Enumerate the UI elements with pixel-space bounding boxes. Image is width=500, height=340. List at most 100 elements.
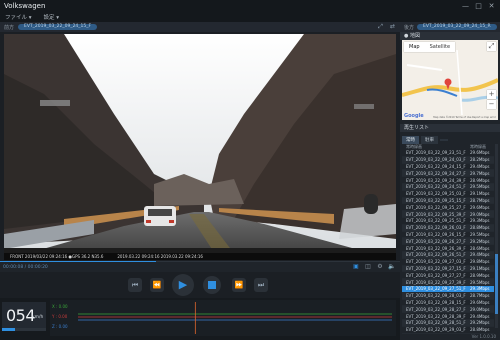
playlist-row[interactable]: EVT_2019_03_22_09_27_51_F 29.3Mbps [402, 285, 494, 293]
playlist-row[interactable]: EVT_2019_03_22_09_25_39_F 29.0Mbps [402, 211, 494, 218]
file-bitrate: 28.9Mbps [470, 177, 490, 183]
playlist-row[interactable]: EVT_2019_03_22_09_23_51_F 29.6Mbps [402, 150, 494, 157]
screenshot-icon[interactable]: ◫ [364, 263, 372, 271]
playlist-row[interactable]: EVT_2019_03_22_09_24_39_F 28.9Mbps [402, 177, 494, 184]
menu-file[interactable]: ファイル ▾ [5, 13, 32, 21]
file-bitrate: 29.6Mbps [470, 150, 490, 156]
playlist-row[interactable]: EVT_2019_03_22_09_28_15_F 29.6Mbps [402, 300, 494, 307]
stop-button[interactable] [203, 276, 221, 294]
map-canvas [402, 40, 498, 120]
rear-file-chip[interactable]: EVT_2019_03_22_09_24_15_R [417, 24, 497, 30]
file-name: EVT_2019_03_22_09_24_39_F [406, 177, 466, 183]
playlist-scroll-thumb[interactable] [495, 254, 498, 314]
file-bitrate: 29.5Mbps [470, 231, 490, 237]
close-button[interactable]: ✕ [488, 2, 495, 10]
video-overlay-text: FRONT 2019/03/22 09:24:16 ●GPS 36.2 N35.… [4, 253, 396, 260]
playlist-scrollbar[interactable] [495, 144, 498, 328]
file-name: EVT_2019_03_22_09_27_27_F [406, 272, 466, 278]
zoom-out-button[interactable]: − [487, 100, 496, 109]
menu-settings[interactable]: 設定 ▾ [44, 13, 60, 21]
tab-other[interactable] [440, 139, 448, 141]
file-bitrate: 29.6Mbps [470, 299, 490, 305]
map-tab-satellite[interactable]: Satellite [425, 42, 455, 52]
file-name: EVT_2019_03_22_09_26_03_F [406, 225, 466, 231]
osd-left: FRONT 2019/03/22 09:24:16 ●GPS 36.2 N35.… [10, 254, 104, 259]
file-bitrate: 28.7Mbps [470, 293, 490, 299]
file-name: EVT_2019_03_22_09_26_27_F [406, 238, 466, 244]
swap-icon[interactable]: ⇄ [389, 23, 396, 30]
previous-file-button[interactable]: ⏮ [128, 278, 142, 292]
speed-level-bar [2, 328, 46, 331]
playlist-row[interactable]: EVT_2019_03_22_09_25_15_F 28.7Mbps [402, 197, 494, 205]
map-tab-map[interactable]: Map [404, 42, 425, 52]
file-name: EVT_2019_03_22_09_27_03_F [406, 259, 466, 265]
file-name: EVT_2019_03_22_09_25_51_F [406, 218, 466, 224]
app-version: Ver 1.0.0.10 [471, 334, 496, 339]
file-bitrate: 29.2Mbps [470, 320, 490, 326]
file-bitrate: 29.3Mbps [470, 218, 490, 224]
g-sensor-graph[interactable]: X : 0.00 Y : 0.00 Z : 0.00 [50, 300, 396, 336]
settings-icon[interactable]: ⚙ [376, 263, 384, 271]
file-bitrate: 29.8Mbps [470, 259, 490, 265]
playlist-row[interactable]: EVT_2019_03_22_09_27_39_F 29.5Mbps [402, 279, 494, 286]
play-button[interactable]: ▶ [172, 274, 194, 296]
playlist-row[interactable]: EVT_2019_03_22_09_24_51_F 29.5Mbps [402, 183, 494, 191]
playlist-section-title: 再生リスト [400, 124, 500, 132]
playlist-row[interactable]: EVT_2019_03_22_09_28_03_F 28.7Mbps [402, 292, 494, 300]
fullscreen-icon[interactable]: ⤢ [377, 23, 384, 30]
playlist-row[interactable]: EVT_2019_03_22_09_24_15_F 29.4Mbps [402, 164, 494, 171]
playlist-row[interactable]: EVT_2019_03_22_09_29_03_F 28.8Mbps [402, 327, 494, 334]
fast-forward-button[interactable]: ⏩ [232, 278, 246, 292]
playlist-row[interactable]: EVT_2019_03_22_09_26_03_F 28.8Mbps [402, 224, 494, 232]
next-file-button[interactable]: ⏭ [254, 278, 268, 292]
file-name: EVT_2019_03_22_09_25_39_F [406, 211, 466, 217]
file-bitrate: 29.0Mbps [470, 211, 490, 217]
playback-controls: ⏮ ⏪ ▶ ⏩ ⏭ [0, 272, 400, 298]
file-name: EVT_2019_03_22_09_23_51_F [406, 150, 466, 156]
playlist-row[interactable]: EVT_2019_03_22_09_25_51_F 29.3Mbps [402, 218, 494, 225]
video-player[interactable] [4, 34, 396, 260]
file-bitrate: 29.1Mbps [470, 265, 490, 271]
playlist-row[interactable]: EVT_2019_03_22_09_26_27_F 29.2Mbps [402, 238, 494, 246]
playlist-row[interactable]: EVT_2019_03_22_09_26_39_F 28.6Mbps [402, 245, 494, 252]
maximize-button[interactable]: □ [475, 2, 482, 10]
file-name: EVT_2019_03_22_09_27_15_F [406, 265, 466, 271]
file-name: EVT_2019_03_22_09_27_51_F [406, 286, 466, 292]
app-title: Volkswagen [4, 2, 46, 10]
map-fullscreen-icon[interactable]: ⤢ [487, 42, 496, 51]
tab-parking[interactable]: 駐車 [421, 136, 438, 144]
file-name: EVT_2019_03_22_09_26_39_F [406, 245, 466, 251]
playlist-row[interactable]: EVT_2019_03_22_09_27_03_F 29.8Mbps [402, 259, 494, 266]
playlist-row[interactable]: EVT_2019_03_22_09_24_03_F 28.2Mbps [402, 156, 494, 164]
file-bitrate: 28.2Mbps [470, 157, 490, 163]
file-bitrate: 29.6Mbps [470, 204, 490, 210]
playback-time: 00:00:08 / 00:00:20 [3, 264, 48, 270]
playlist-row[interactable]: EVT_2019_03_22_09_26_51_F 29.4Mbps [402, 251, 494, 259]
volume-icon[interactable]: 🔈 [388, 263, 396, 271]
map-view[interactable]: Map Satellite ⤢ + − Google Map data ©201… [402, 40, 498, 120]
file-name: EVT_2019_03_22_09_28_51_F [406, 320, 466, 326]
speed-value: 054 [6, 306, 36, 325]
zoom-in-button[interactable]: + [487, 90, 496, 99]
playlist-row[interactable]: EVT_2019_03_22_09_25_03_F 29.1Mbps [402, 191, 494, 198]
file-name: EVT_2019_03_22_09_28_03_F [406, 293, 466, 299]
playlist-row[interactable]: EVT_2019_03_22_09_28_27_F 29.0Mbps [402, 306, 494, 314]
map-attribution[interactable]: Map data ©2019 Terms of Use Report a map… [433, 116, 496, 119]
playlist-row[interactable]: EVT_2019_03_22_09_28_51_F 29.2Mbps [402, 319, 494, 327]
file-name: EVT_2019_03_22_09_24_15_F [406, 163, 466, 169]
file-bitrate: 28.7Mbps [470, 197, 490, 203]
front-file-chip[interactable]: EVT_2019_03_22_09_24_15_F [18, 24, 98, 30]
rewind-button[interactable]: ⏪ [150, 278, 164, 292]
file-bitrate: 28.9Mbps [470, 272, 490, 278]
file-bitrate: 29.5Mbps [470, 279, 490, 285]
playlist-row[interactable]: EVT_2019_03_22_09_26_15_F 29.5Mbps [402, 232, 494, 239]
playlist-row[interactable]: EVT_2019_03_22_09_27_27_F 28.9Mbps [402, 272, 494, 280]
file-name: EVT_2019_03_22_09_29_03_F [406, 327, 466, 333]
tab-continuous[interactable]: 常時 [402, 136, 419, 144]
playlist-row[interactable]: EVT_2019_03_22_09_24_27_F 29.7Mbps [402, 170, 494, 178]
playlist-row[interactable]: EVT_2019_03_22_09_27_15_F 29.1Mbps [402, 265, 494, 273]
playlist-row[interactable]: EVT_2019_03_22_09_25_27_F 29.6Mbps [402, 204, 494, 212]
camera-view-icon[interactable]: ▣ [352, 263, 360, 271]
minimize-button[interactable]: — [462, 2, 469, 10]
playlist-row[interactable]: EVT_2019_03_22_09_28_39_F 29.4Mbps [402, 313, 494, 320]
